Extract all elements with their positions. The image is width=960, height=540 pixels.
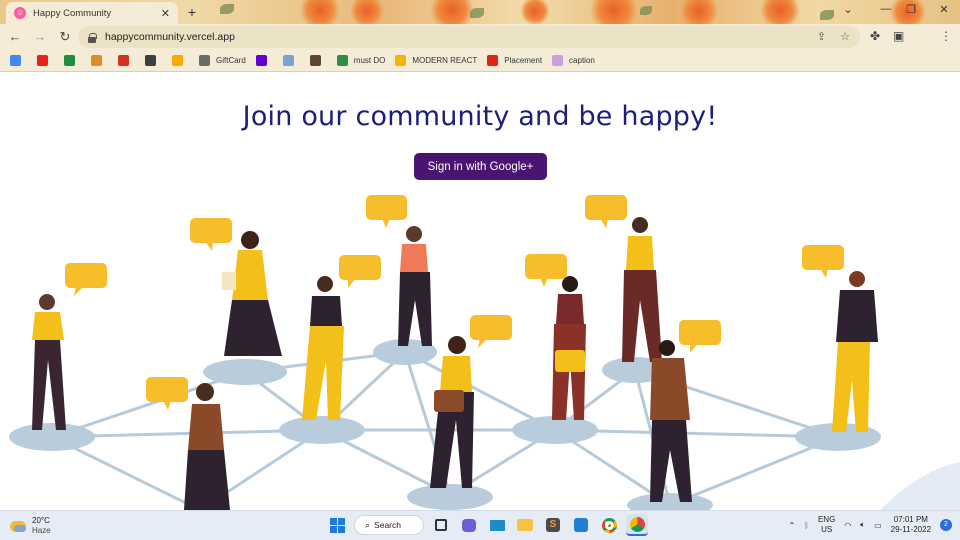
share-icon[interactable]: ⇪ <box>817 30 826 43</box>
bookmark-item[interactable] <box>282 55 300 66</box>
chrome-icon[interactable] <box>598 514 620 536</box>
browser-toolbar: ← → ↻ happycommunity.vercel.app ⇪ ☆ ✤ ▣ … <box>0 24 960 68</box>
bookmark-item[interactable] <box>64 55 81 66</box>
bookmark-label: GiftCard <box>216 56 246 65</box>
yahoo-icon <box>255 55 267 66</box>
file-explorer-icon[interactable] <box>514 514 536 536</box>
weather-widget[interactable]: 20°C Haze <box>10 516 51 536</box>
minimize-button[interactable]: — <box>876 3 896 15</box>
bookmarks-bar: GiftCard must DO MODERN REACT Placement capt… <box>0 50 960 72</box>
google-signin-button[interactable]: Sign in with Google+ <box>414 153 547 180</box>
bookmark-item[interactable] <box>145 55 162 66</box>
monitor-icon[interactable] <box>486 514 508 536</box>
bookmark-label: must DO <box>353 56 386 65</box>
system-tray: ⌃ ᛒ ENG US ◠ 🔈︎ ▭ 07:01 PM 29-11-2022 2 <box>788 515 952 535</box>
task-view-icon[interactable] <box>430 514 452 536</box>
tab-happy-community[interactable]: ☺ Happy Community ✕ <box>6 2 178 24</box>
notification-badge[interactable]: 2 <box>940 519 952 531</box>
lang-primary: ENG <box>817 515 836 524</box>
bluetooth-icon[interactable]: ᛒ <box>804 521 809 530</box>
sublime-text-icon[interactable]: S <box>542 514 564 536</box>
chevron-up-icon[interactable]: ⌃ <box>788 521 795 530</box>
windows-taskbar: 20°C Haze ⌕ Search S ⌃ ᛒ ENG US ◠ 🔈︎ ▭ 0… <box>0 510 960 540</box>
search-label: Search <box>374 520 401 530</box>
lock-icon <box>88 32 97 43</box>
volume-icon[interactable]: 🔈︎ <box>860 520 865 530</box>
community-illustration <box>9 195 960 510</box>
clock[interactable]: 07:01 PM 29-11-2022 <box>891 515 931 535</box>
weather-desc: Haze <box>32 526 51 535</box>
bookmark-item[interactable] <box>309 55 327 66</box>
tab-strip: ☺ Happy Community ✕ + ⌄ — ❐ ✕ <box>0 0 960 24</box>
url-text: happycommunity.vercel.app <box>105 31 235 43</box>
search-icon: ⌕ <box>365 519 371 530</box>
youtube-icon <box>487 55 499 66</box>
taskbar-apps: ⌕ Search S <box>326 514 648 536</box>
page-title: Join our community and be happy! <box>242 101 718 132</box>
bookmark-item[interactable] <box>118 55 135 66</box>
chevron-down-icon[interactable]: ⌄ <box>838 3 858 16</box>
language-indicator[interactable]: ENG US <box>818 515 835 535</box>
bookmark-item[interactable] <box>10 55 27 66</box>
sidepanel-icon[interactable]: ▣ <box>893 29 904 43</box>
bookmark-item[interactable]: Placement <box>487 55 542 66</box>
chart-icon <box>172 55 183 66</box>
bookmark-item[interactable] <box>255 55 273 66</box>
cloud-icon <box>282 55 294 66</box>
codechef-icon <box>309 55 321 66</box>
vscode-icon[interactable] <box>570 514 592 536</box>
globe-icon <box>199 55 210 66</box>
youtube-icon <box>37 55 48 66</box>
classroom-icon <box>64 55 75 66</box>
bookmark-item[interactable]: caption <box>552 55 595 66</box>
cc-icon <box>145 55 156 66</box>
bookmark-label: MODERN REACT <box>412 56 478 65</box>
page-icon <box>552 55 564 66</box>
chat-icon[interactable] <box>458 514 480 536</box>
weather-icon <box>10 520 26 532</box>
weather-temp: 20°C <box>32 516 50 525</box>
smiley-icon: ☺ <box>14 7 26 19</box>
battery-icon[interactable]: ▭ <box>874 521 882 530</box>
bookmark-item[interactable]: must DO <box>336 55 386 66</box>
start-button[interactable] <box>326 514 348 536</box>
lang-region: US <box>821 525 833 534</box>
google-icon <box>10 55 21 66</box>
bookmark-label: caption <box>569 56 595 65</box>
person-figures <box>32 217 878 510</box>
gfg-icon <box>336 55 348 66</box>
clock-time: 07:01 PM <box>893 515 928 524</box>
tab-title: Happy Community <box>33 7 112 19</box>
clock-date: 29-11-2022 <box>890 525 931 534</box>
bookmark-icon <box>91 55 102 66</box>
bookmark-item[interactable] <box>37 55 54 66</box>
extensions-icon[interactable]: ✤ <box>870 29 880 43</box>
wifi-icon[interactable]: ◠ <box>844 521 851 530</box>
chrome-profile-icon[interactable] <box>626 514 648 536</box>
gmail-icon <box>118 55 129 66</box>
drive-icon <box>395 55 407 66</box>
reload-button[interactable]: ↻ <box>55 27 75 47</box>
bookmark-item[interactable]: MODERN REACT <box>395 55 477 66</box>
menu-icon[interactable]: ⋮ <box>940 29 952 43</box>
windows-icon <box>329 517 345 533</box>
restore-button[interactable]: ❐ <box>901 3 921 16</box>
browser-window: ☺ Happy Community ✕ + ⌄ — ❐ ✕ ← → ↻ happ… <box>0 0 960 540</box>
bookmark-label: Placement <box>504 56 543 65</box>
forward-button[interactable]: → <box>30 27 50 47</box>
new-tab-button[interactable]: + <box>184 4 200 20</box>
bookmark-item[interactable] <box>172 55 189 66</box>
close-window-button[interactable]: ✕ <box>934 3 954 16</box>
address-bar[interactable]: happycommunity.vercel.app ⇪ ☆ <box>78 26 860 48</box>
page-content: Join our community and be happy! Sign in… <box>0 73 960 510</box>
taskbar-search[interactable]: ⌕ Search <box>354 515 424 535</box>
bookmark-item[interactable]: GiftCard <box>199 55 246 66</box>
close-tab-icon[interactable]: ✕ <box>161 7 170 20</box>
star-icon[interactable]: ☆ <box>840 30 850 43</box>
bookmark-item[interactable] <box>91 55 108 66</box>
back-button[interactable]: ← <box>5 27 25 47</box>
